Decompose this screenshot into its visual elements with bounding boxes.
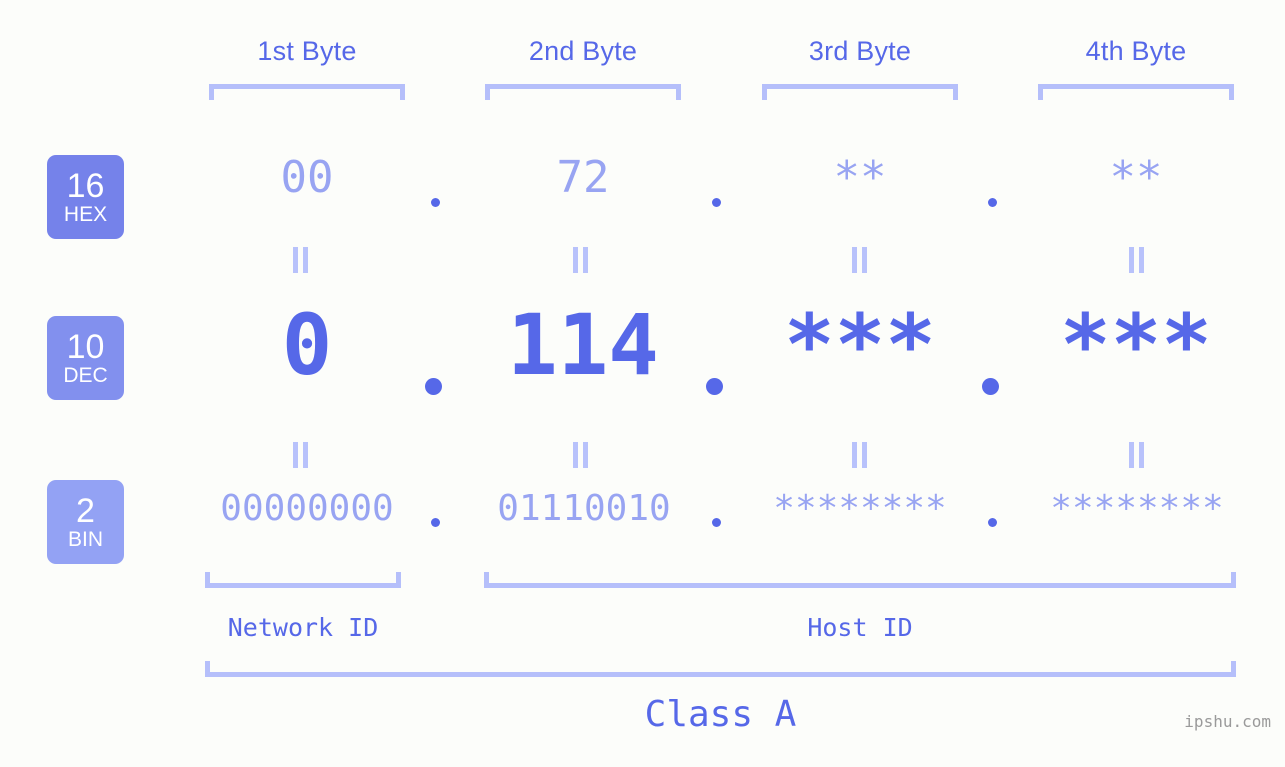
byte-header-2: 2nd Byte — [528, 36, 638, 66]
hex-separator-dot-1 — [431, 198, 440, 207]
dec-byte-3-value: *** — [784, 296, 936, 394]
site-watermark: ipshu.com — [1184, 712, 1271, 731]
hex-byte-2-value: 72 — [556, 152, 610, 203]
bin-byte-3-value: ******** — [773, 488, 947, 529]
equals-connector-dec-bin-4 — [1129, 442, 1144, 468]
equals-connector-hex-dec-1 — [293, 247, 308, 273]
hex-byte-1-value: 00 — [280, 152, 334, 203]
equals-connector-hex-dec-3 — [852, 247, 867, 273]
byte-bracket-3 — [762, 84, 958, 100]
bin-byte-2-value: 01110010 — [497, 488, 671, 529]
dec-separator-dot-2 — [706, 378, 723, 395]
class-bracket — [205, 661, 1236, 677]
byte-header-1: 1st Byte — [257, 36, 357, 66]
hex-byte-3-value: ** — [833, 152, 887, 203]
byte-bracket-2 — [485, 84, 681, 100]
equals-connector-hex-dec-4 — [1129, 247, 1144, 273]
equals-connector-dec-bin-3 — [852, 442, 867, 468]
host-id-label: Host ID — [807, 613, 913, 642]
dec-byte-1-value: 0 — [281, 296, 333, 394]
dec-row: 0 114 *** *** — [0, 296, 1285, 416]
dec-separator-dot-1 — [425, 378, 442, 395]
ip-address-breakdown-diagram: 1st Byte 2nd Byte 3rd Byte 4th Byte 16 H… — [0, 0, 1285, 767]
equals-connector-hex-dec-2 — [573, 247, 588, 273]
bin-byte-1-value: 00000000 — [220, 488, 394, 529]
dec-byte-4-value: *** — [1060, 296, 1212, 394]
class-label: Class A — [644, 694, 797, 735]
byte-header-3: 3rd Byte — [808, 36, 912, 66]
bin-separator-dot-1 — [431, 518, 440, 527]
bin-row: 00000000 01110010 ******** ******** — [0, 488, 1285, 548]
equals-connector-dec-bin-2 — [573, 442, 588, 468]
host-id-bracket — [484, 572, 1236, 588]
network-id-bracket — [205, 572, 401, 588]
hex-byte-4-value: ** — [1109, 152, 1163, 203]
hex-separator-dot-3 — [988, 198, 997, 207]
dec-separator-dot-3 — [982, 378, 999, 395]
hex-separator-dot-2 — [712, 198, 721, 207]
network-id-label: Network ID — [227, 613, 379, 642]
equals-connector-dec-bin-1 — [293, 442, 308, 468]
dec-byte-2-value: 114 — [507, 296, 659, 394]
bin-separator-dot-3 — [988, 518, 997, 527]
hex-row: 00 72 ** ** — [0, 152, 1285, 232]
bin-separator-dot-2 — [712, 518, 721, 527]
bin-byte-4-value: ******** — [1050, 488, 1224, 529]
byte-bracket-4 — [1038, 84, 1234, 100]
byte-bracket-1 — [209, 84, 405, 100]
byte-header-4: 4th Byte — [1085, 36, 1187, 66]
